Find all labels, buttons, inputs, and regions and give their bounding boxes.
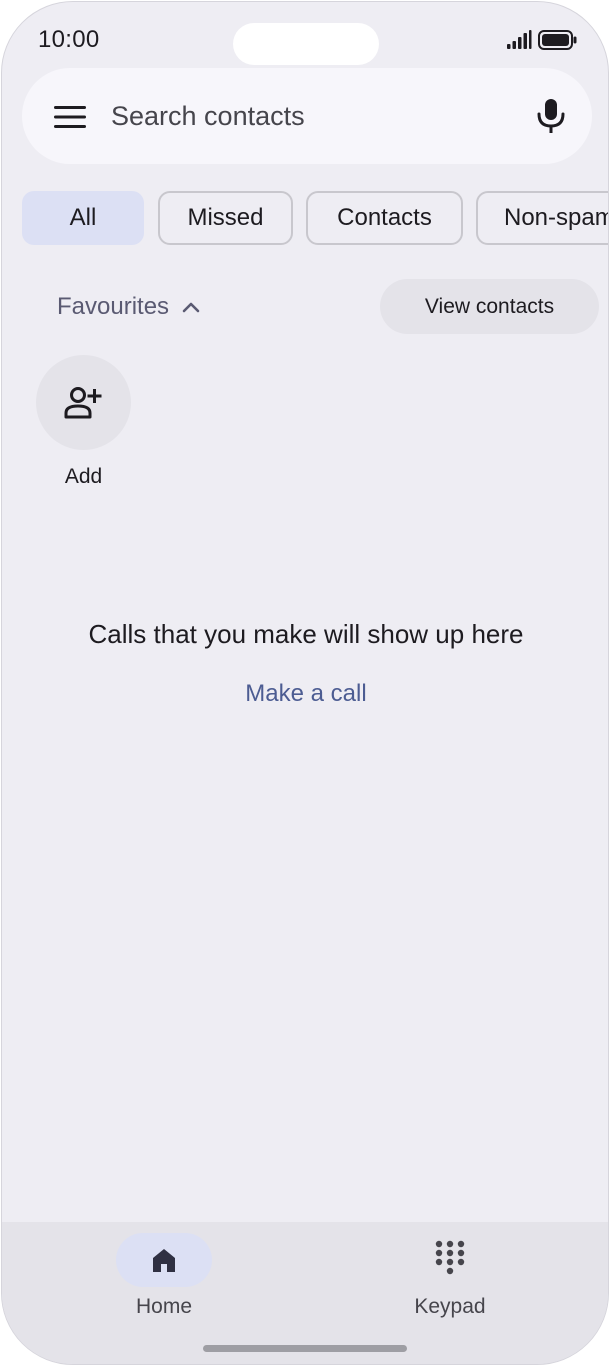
mic-icon[interactable] [536, 98, 566, 134]
chevron-up-icon[interactable] [182, 300, 200, 314]
view-contacts-button[interactable]: View contacts [380, 279, 599, 334]
search-bar[interactable]: Search contacts [22, 68, 592, 164]
home-indicator[interactable] [203, 1345, 407, 1352]
nav-home[interactable]: Home [88, 1230, 240, 1330]
nav-keypad-label: Keypad [414, 1295, 486, 1318]
search-input[interactable]: Search contacts [111, 101, 305, 132]
nav-home-label: Home [135, 1295, 193, 1318]
favourites-toggle[interactable]: Favourites [57, 293, 169, 321]
chip-contacts[interactable]: Contacts [306, 191, 463, 245]
add-favourite-button[interactable] [36, 355, 131, 450]
battery-icon [538, 30, 577, 50]
bottom-nav: Home Keypad [2, 1222, 608, 1364]
nav-keypad[interactable]: Keypad [374, 1230, 526, 1330]
empty-state-message: Calls that you make will show up here [88, 619, 524, 649]
add-person-icon [64, 386, 101, 418]
add-favourite-label: Add [64, 465, 103, 488]
filter-chips: All Missed Contacts Non-spam [22, 191, 608, 245]
home-active-indicator [116, 1233, 212, 1287]
signal-icon [507, 30, 532, 49]
phone-screen: 10:00 Search contacts All Missed Contact… [1, 1, 609, 1365]
keypad-icon [435, 1240, 465, 1275]
status-time: 10:00 [38, 26, 100, 53]
chip-all[interactable]: All [22, 191, 144, 245]
camera-island [233, 23, 379, 65]
make-call-row: Make a call [2, 680, 608, 708]
chip-non-spam[interactable]: Non-spam [476, 191, 608, 245]
make-call-link[interactable]: Make a call [245, 680, 366, 707]
menu-icon[interactable] [54, 105, 86, 129]
chip-missed[interactable]: Missed [158, 191, 293, 245]
home-icon [153, 1249, 175, 1272]
